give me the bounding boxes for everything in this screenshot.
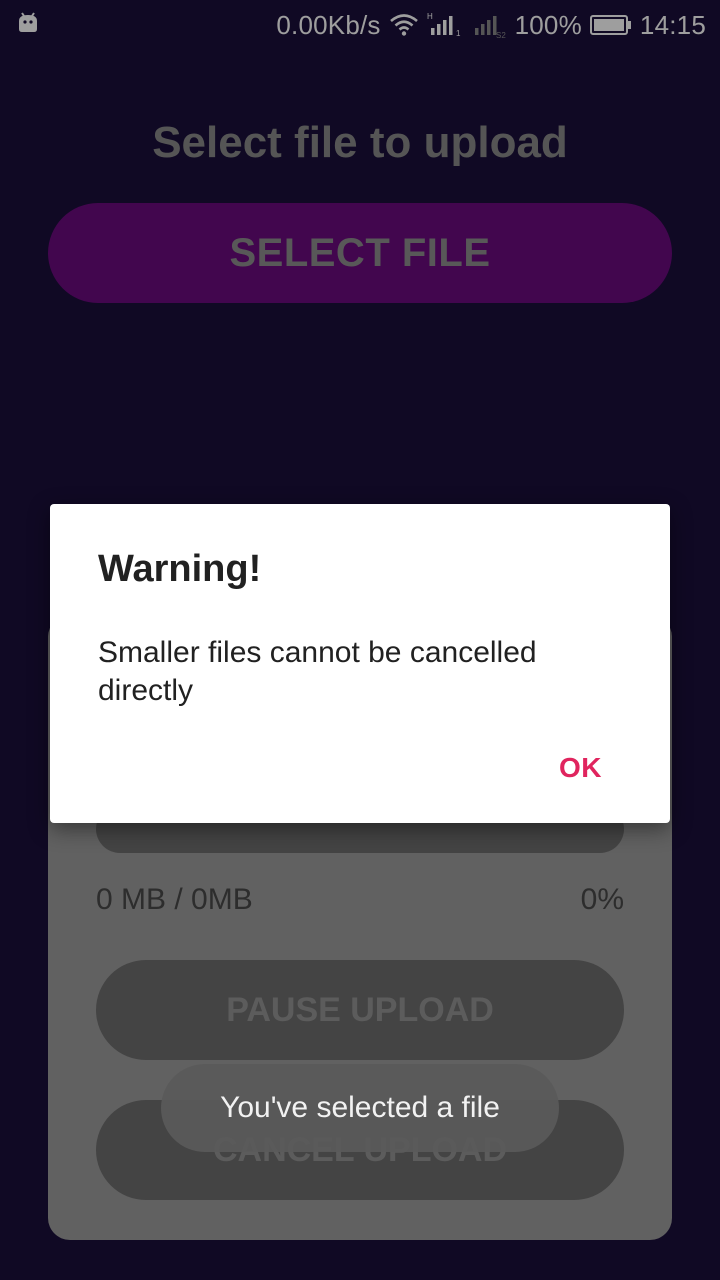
toast-message: You've selected a file xyxy=(161,1064,559,1152)
dialog-title: Warning! xyxy=(98,548,262,590)
dialog-ok-button[interactable]: OK xyxy=(559,752,602,784)
warning-dialog: Warning! Smaller files cannot be cancell… xyxy=(50,504,670,823)
dialog-message: Smaller files cannot be cancelled direct… xyxy=(98,636,537,707)
